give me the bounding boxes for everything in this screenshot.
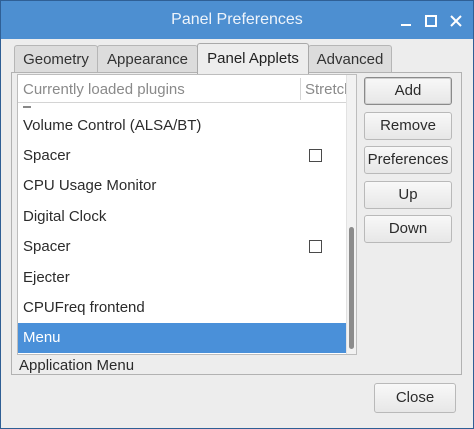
list-item[interactable]: Spacer [18, 141, 346, 171]
list-item[interactable]: Digital Clock [18, 202, 346, 232]
list-item-label: CPU Usage Monitor [23, 177, 157, 194]
list-item-label: Menu [23, 329, 61, 346]
add-button[interactable]: Add [364, 77, 452, 105]
tab-advanced[interactable]: Advanced [308, 45, 392, 73]
preferences-button[interactable]: Preferences [364, 146, 452, 174]
title-bar[interactable]: Panel Preferences [1, 1, 473, 39]
close-icon[interactable] [448, 13, 464, 29]
list-item[interactable]: Ejecter [18, 263, 346, 293]
list-item[interactable]: CPU Usage Monitor [18, 171, 346, 201]
down-button[interactable]: Down [364, 215, 452, 243]
list-item-label: Ejecter [23, 269, 70, 286]
plugin-list[interactable]: Currently loaded plugins Stretch Volume … [17, 74, 357, 355]
maximize-icon[interactable] [423, 13, 439, 29]
list-item-label: Spacer [23, 147, 71, 164]
tab-panel-applets[interactable]: Panel Applets [197, 43, 309, 74]
column-header-plugins[interactable]: Currently loaded plugins [23, 81, 185, 98]
tab-appearance[interactable]: Appearance [97, 45, 198, 73]
panel-preferences-window: Panel Preferences Geometry Appearance Pa… [0, 0, 474, 429]
stretch-checkbox[interactable] [309, 240, 322, 253]
list-header: Currently loaded plugins Stretch [18, 75, 353, 103]
list-item[interactable]: Spacer [18, 232, 346, 262]
remove-button[interactable]: Remove [364, 112, 452, 140]
list-item[interactable]: CPUFreq frontend [18, 293, 346, 323]
plugin-description: Application Menu [19, 357, 135, 374]
tab-bar: Geometry Appearance Panel Applets Advanc… [11, 43, 471, 74]
stretch-checkbox[interactable] [309, 149, 322, 162]
column-separator [300, 78, 301, 100]
close-button[interactable]: Close [374, 383, 456, 413]
list-scrollbar[interactable] [346, 75, 356, 354]
list-item-selected[interactable]: Menu [18, 323, 346, 353]
list-item-label: Spacer [23, 238, 71, 255]
tab-geometry[interactable]: Geometry [14, 45, 98, 73]
list-item-partial[interactable] [18, 103, 346, 111]
list-item[interactable]: Volume Control (ALSA/BT) [18, 111, 346, 141]
list-item-label: Digital Clock [23, 208, 107, 225]
list-item-label: Volume Control (ALSA/BT) [23, 117, 202, 134]
up-button[interactable]: Up [364, 181, 452, 209]
minimize-icon[interactable] [398, 13, 414, 29]
list-item-label: CPUFreq frontend [23, 299, 145, 316]
scrollbar-thumb[interactable] [349, 227, 354, 349]
